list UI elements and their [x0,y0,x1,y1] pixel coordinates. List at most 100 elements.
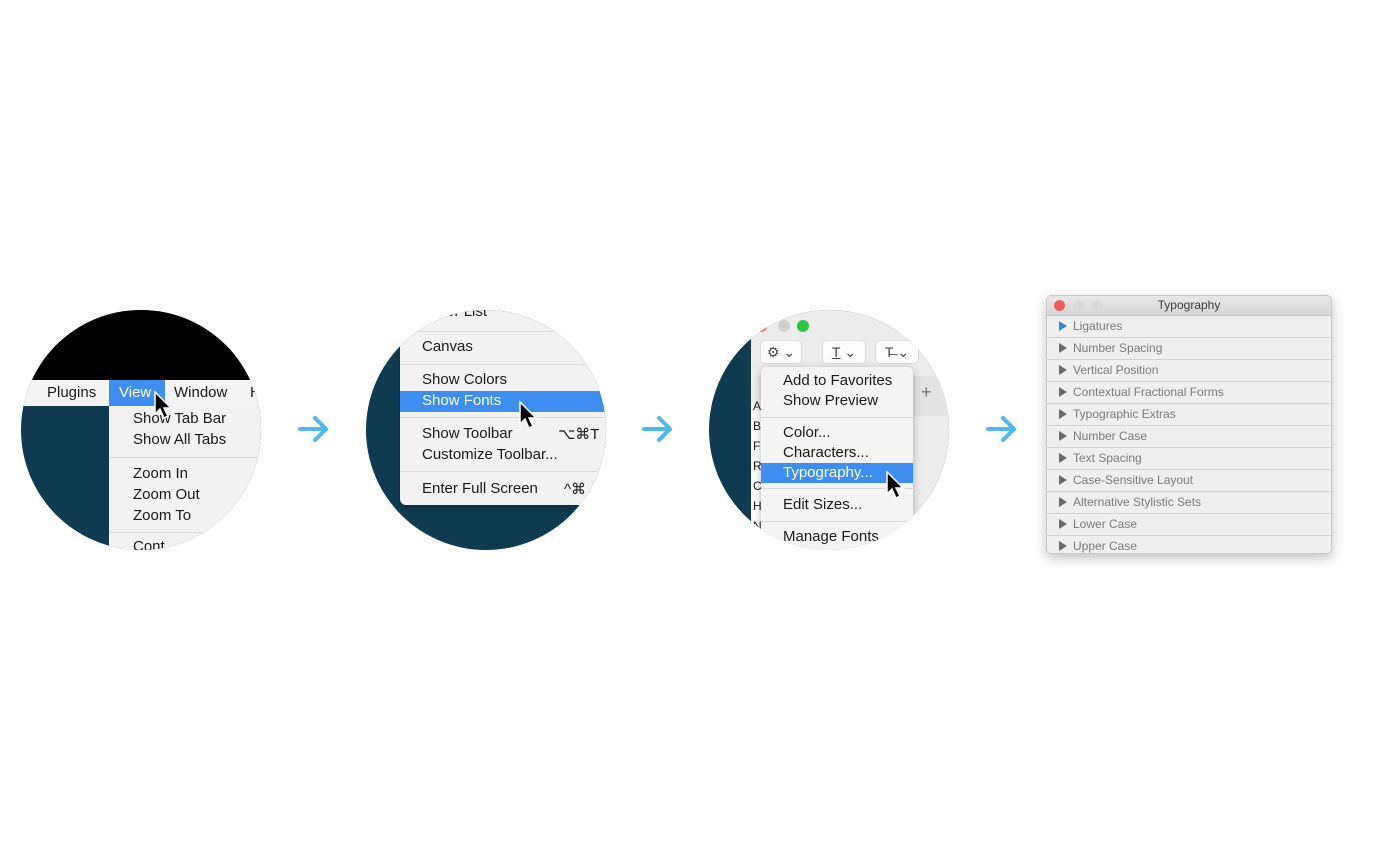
typography-row-label: Contextual Fractional Forms [1073,385,1224,399]
minimize-button[interactable] [778,320,790,332]
minimize-button[interactable] [1073,300,1084,311]
view-dropdown: Show Tab Bar Show All Tabs Zoom In Zoom … [109,406,261,550]
chevron-down-icon: ⌄ [783,343,796,360]
menu-item[interactable]: Color... [783,424,831,441]
typography-row[interactable]: Number Spacing [1047,338,1331,360]
menu-item[interactable]: Show All Tabs [133,431,226,448]
menu-plugins[interactable]: Plugins [47,384,96,401]
typography-row-label: Text Spacing [1073,451,1142,465]
menu-item[interactable]: Zoom Out [133,486,200,503]
step1-view-menu-zoom: Plugins View Window H Show Tab Bar Show … [21,310,261,550]
typography-row-label: Number Spacing [1073,341,1163,355]
menu-item[interactable]: Zoom To [133,507,191,524]
chevron-down-icon: ⌄ [844,343,857,360]
arrow-right-icon [298,416,328,442]
menu-item[interactable]: Show Preview [783,392,878,409]
menu-item[interactable]: Show Toolbar [422,425,513,442]
cursor-icon [154,390,173,420]
strikethrough-icon: T̶ [884,344,894,360]
menu-view[interactable]: View [119,384,151,401]
menu-item[interactable]: Layer List [422,310,487,320]
close-button[interactable] [1054,300,1065,311]
disclosure-triangle-icon[interactable] [1059,409,1067,419]
menu-item[interactable]: Enter Full Screen [422,480,538,497]
shortcut: ⌥⌘T [558,426,600,443]
disclosure-triangle-icon[interactable] [1059,541,1067,551]
tab-strip: + [909,376,949,416]
typography-row-label: Ligatures [1073,319,1123,333]
menu-item[interactable]: Edit Sizes... [783,496,862,513]
separator [400,417,606,418]
close-button[interactable] [755,320,767,332]
cursor-icon [519,400,538,430]
separator [400,364,606,365]
arrow-right-icon [642,416,672,442]
step3-typography-zoom: ⚙ ⌄ T ⌄ T̶ ⌄ + A B F R C H N Add to Favo… [709,310,949,550]
view-menu-dropdown: Layer List Canvas Show Colors Show Fonts… [400,310,606,505]
typography-row-label: Lower Case [1073,517,1138,531]
disclosure-triangle-icon[interactable] [1059,519,1067,529]
typography-row-label: Number Case [1073,429,1148,443]
panel-title-bar: Typography [1047,296,1331,316]
separator [761,417,913,418]
disclosure-triangle-icon[interactable] [1059,321,1067,331]
typography-row-label: Vertical Position [1073,363,1159,377]
screen-black-area [21,310,261,380]
disclosure-triangle-icon[interactable] [1059,365,1067,375]
disclosure-triangle-icon[interactable] [1059,453,1067,463]
typography-row[interactable]: Contextual Fractional Forms [1047,382,1331,404]
list-item[interactable]: F [753,439,760,453]
separator [400,471,606,472]
typography-row[interactable]: Ligatures [1047,316,1331,338]
separator [109,457,261,458]
menu-window[interactable]: Window [174,384,227,401]
typography-row[interactable]: Vertical Position [1047,360,1331,382]
zoom-button[interactable] [1092,300,1103,311]
disclosure-triangle-icon[interactable] [1059,475,1067,485]
menu-bar: Plugins View Window H [21,380,261,406]
gear-icon: ⚙ [766,343,780,360]
menu-item[interactable]: Show Tab Bar [133,410,226,427]
zoom-button[interactable] [797,320,809,332]
typography-row[interactable]: Text Spacing [1047,448,1331,470]
text-color-button[interactable]: T ⌄ [823,341,865,363]
menu-item[interactable]: Characters... [783,444,869,461]
action-gear-button[interactable]: ⚙ ⌄ [761,341,801,363]
typography-row[interactable]: Number Case [1047,426,1331,448]
typography-row-label: Alternative Stylistic Sets [1073,495,1202,509]
strikethrough-button[interactable]: T̶ ⌄ [876,341,918,363]
typography-row[interactable]: Typographic Extras [1047,404,1331,426]
disclosure-triangle-icon[interactable] [1059,343,1067,353]
panel-title: Typography [1157,298,1221,312]
step2-show-fonts-zoom: Layer List Canvas Show Colors Show Fonts… [366,310,606,550]
typography-row[interactable]: Alternative Stylistic Sets [1047,492,1331,514]
menu-item[interactable]: Cont [133,538,165,550]
cursor-icon [886,470,905,500]
menu-item-typography[interactable]: Typography... [783,464,873,481]
list-item[interactable]: B [753,419,761,433]
shortcut: ^⌘ [564,481,587,498]
action-dropdown: Add to Favorites Show Preview Color... C… [761,367,913,550]
menu-item-show-fonts[interactable]: Show Fonts [422,392,501,409]
arrow-right-icon [986,416,1016,442]
menu-item[interactable]: Canvas [422,338,473,355]
typography-row-label: Typographic Extras [1073,407,1176,421]
menu-item[interactable]: Show Colors [422,371,507,388]
add-tab-icon[interactable]: + [921,382,932,403]
separator [761,521,913,522]
menu-help[interactable]: H [250,384,261,401]
disclosure-triangle-icon[interactable] [1059,497,1067,507]
typography-row[interactable]: Upper Case [1047,536,1331,553]
disclosure-triangle-icon[interactable] [1059,387,1067,397]
typography-row-label: Case-Sensitive Layout [1073,473,1194,487]
menu-item[interactable]: Zoom In [133,465,188,482]
typography-row[interactable]: Lower Case [1047,514,1331,536]
text-color-icon: T [831,344,841,360]
menu-item[interactable]: Manage Fonts [783,528,879,545]
disclosure-triangle-icon[interactable] [1059,431,1067,441]
menu-item[interactable]: Customize Toolbar... [422,446,558,463]
typography-row[interactable]: Case-Sensitive Layout [1047,470,1331,492]
list-item[interactable]: A [753,399,761,413]
menu-item[interactable]: Add to Favorites [783,372,892,389]
chevron-down-icon: ⌄ [897,343,910,360]
